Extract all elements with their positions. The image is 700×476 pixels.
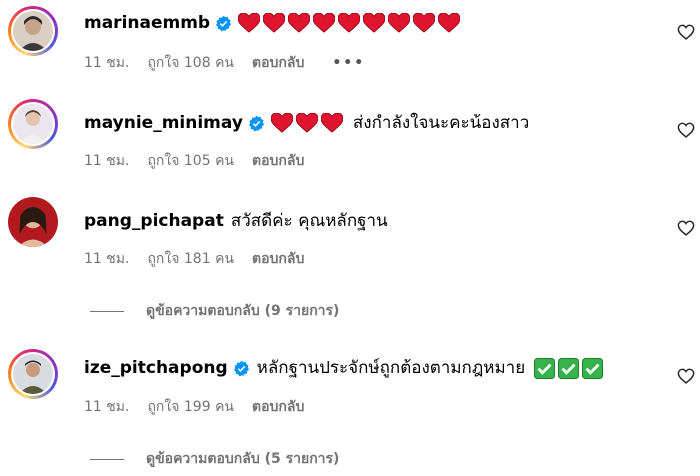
heart-emoji-icon: [388, 13, 411, 33]
check-emoji-icon: [582, 357, 604, 379]
like-count[interactable]: ถูกใจ 105 คน: [147, 150, 234, 172]
reply-button[interactable]: ตอบกลับ: [252, 52, 304, 74]
username[interactable]: ize_pitchapong: [84, 357, 228, 379]
verified-badge-icon: [233, 360, 250, 377]
emoji-group: [531, 357, 604, 379]
comment-time[interactable]: 11 ชม.: [84, 396, 129, 418]
heart-emoji-icon: [338, 13, 361, 33]
heart-emoji-icon: [438, 13, 461, 33]
like-count[interactable]: ถูกใจ 108 คน: [147, 52, 234, 74]
emoji-group: [238, 13, 463, 33]
heart-emoji-icon: [363, 13, 386, 33]
view-replies-button[interactable]: ดูข้อความตอบกลับ (9 รายการ): [90, 300, 339, 322]
replies-divider: [90, 310, 124, 312]
verified-badge-icon: [215, 15, 232, 32]
reply-button[interactable]: ตอบกลับ: [252, 150, 304, 172]
like-heart-icon[interactable]: [677, 24, 695, 40]
heart-emoji-icon: [288, 13, 311, 33]
heart-emoji-icon: [263, 13, 286, 33]
emoji-group: [270, 113, 346, 133]
heart-emoji-icon: [295, 113, 318, 133]
view-replies-label: ดูข้อความตอบกลับ (9 รายการ): [146, 303, 340, 319]
heart-emoji-icon: [320, 113, 343, 133]
reply-button[interactable]: ตอบกลับ: [252, 248, 304, 270]
avatar[interactable]: [8, 99, 58, 149]
view-replies-button[interactable]: ดูข้อความตอบกลับ (5 รายการ): [90, 448, 339, 470]
verified-badge-icon: [248, 115, 265, 132]
reply-button[interactable]: ตอบกลับ: [252, 396, 304, 418]
username[interactable]: pang_pichapat: [84, 210, 224, 232]
heart-emoji-icon: [238, 13, 261, 33]
like-heart-icon[interactable]: [677, 122, 695, 138]
username[interactable]: maynie_minimay: [84, 112, 243, 134]
more-options-icon[interactable]: •••: [332, 55, 365, 71]
replies-divider: [90, 458, 124, 460]
view-replies-label: ดูข้อความตอบกลับ (5 รายการ): [146, 451, 340, 467]
like-heart-icon[interactable]: [677, 220, 695, 236]
avatar[interactable]: [8, 6, 58, 56]
comment-time[interactable]: 11 ชม.: [84, 248, 129, 270]
comment-text: สวัสดีค่ะ คุณหลักฐาน: [230, 211, 388, 231]
heart-emoji-icon: [270, 113, 293, 133]
comment-time[interactable]: 11 ชม.: [84, 52, 129, 74]
like-count[interactable]: ถูกใจ 199 คน: [147, 396, 234, 418]
comment-text: ส่งกำลังใจนะคะน้องสาว: [352, 113, 530, 133]
check-emoji-icon: [534, 357, 556, 379]
avatar[interactable]: [8, 197, 58, 247]
heart-emoji-icon: [413, 13, 436, 33]
avatar[interactable]: [8, 349, 58, 399]
like-count[interactable]: ถูกใจ 181 คน: [147, 248, 234, 270]
username[interactable]: marinaemmb: [84, 12, 210, 34]
check-emoji-icon: [558, 357, 580, 379]
like-heart-icon[interactable]: [677, 368, 695, 384]
comment-time[interactable]: 11 ชม.: [84, 150, 129, 172]
comment-text: หลักฐานประจักษ์ถูกต้องตามกฎหมาย: [256, 358, 526, 378]
heart-emoji-icon: [313, 13, 336, 33]
